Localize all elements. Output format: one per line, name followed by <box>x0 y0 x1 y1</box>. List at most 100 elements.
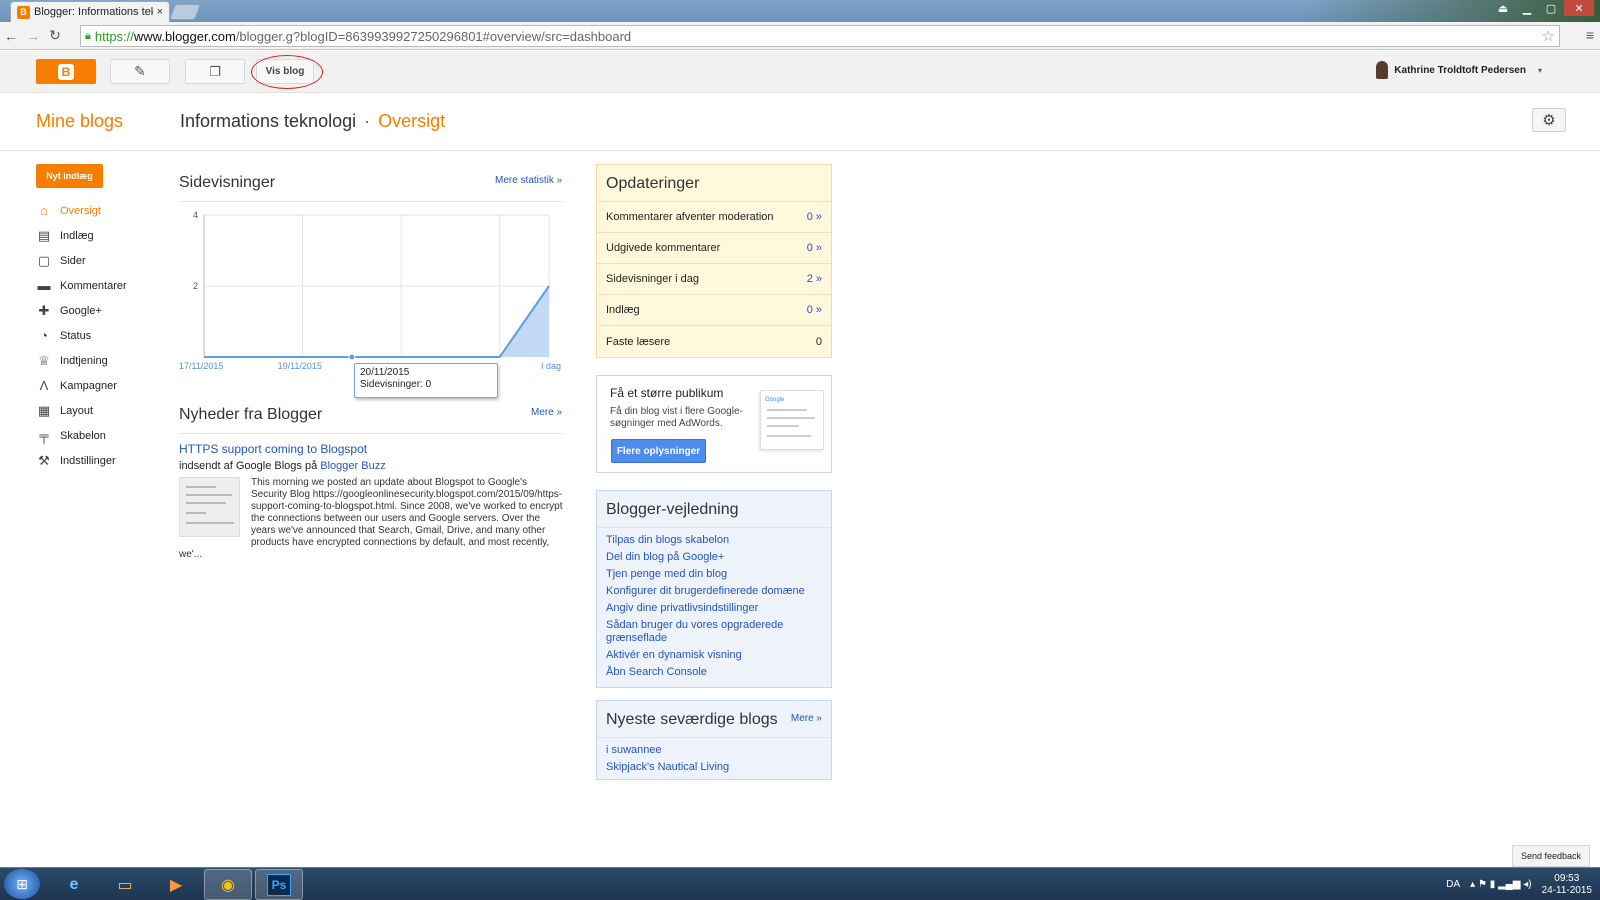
red-annotation-circle <box>251 55 323 89</box>
clock[interactable]: 09:53 24-11-2015 <box>1542 873 1592 897</box>
sidebar-item-overview[interactable]: ⌂ Oversigt <box>36 198 166 223</box>
sidebar-item-label: Status <box>60 329 92 342</box>
sidebar-item-label: Skabelon <box>60 429 106 442</box>
chrome-icon[interactable]: ◉ <box>204 869 252 900</box>
user-account-menu[interactable]: Kathrine Troldtoft Pedersen ▾ <box>1376 61 1542 79</box>
sidebar-item-settings[interactable]: ⚒ Indstillinger <box>36 448 166 473</box>
guide-link[interactable]: Del din blog på Google+ <box>597 549 831 566</box>
newest-more-link[interactable]: Mere » <box>791 713 822 724</box>
sidebar-item-comments[interactable]: ▬ Kommentarer <box>36 273 166 298</box>
google-logo-text: Google <box>765 397 785 403</box>
news-thumbnail[interactable] <box>179 477 240 537</box>
avatar <box>1376 61 1389 79</box>
update-label: Udgivede kommentarer <box>606 242 721 254</box>
update-label: Faste læsere <box>606 335 671 348</box>
news-byline: indsendt af Google Blogs på Blogger Buzz <box>179 460 386 472</box>
window-close-icon[interactable]: ✕ <box>1564 0 1594 16</box>
sidebar-item-template[interactable]: ╤ Skabelon <box>36 423 166 448</box>
url-scheme: https:// <box>94 28 134 44</box>
documents-icon: ❐ <box>209 63 221 79</box>
reload-icon[interactable]: ↻ <box>44 25 66 47</box>
new-post-pencil-button[interactable]: ✎ <box>110 59 170 84</box>
start-button[interactable]: ⊞ <box>4 869 40 899</box>
sidebar-nav: ⌂ Oversigt ▤ Indlæg ▢ Sider ▬ Kommentare… <box>36 198 166 473</box>
sidebar-item-label: Indtjening <box>60 354 108 367</box>
tab-close-icon[interactable]: × <box>157 6 163 18</box>
window-maximize-icon[interactable]: ▢ <box>1540 0 1562 16</box>
photoshop-icon: Ps <box>267 873 291 896</box>
sidebar-item-label: Kampagner <box>60 379 117 392</box>
paint-roller-icon: ╤ <box>39 428 49 443</box>
lock-icon: 🔒︎ <box>85 29 91 42</box>
blog-link[interactable]: i suwannee <box>597 742 831 759</box>
browser-tab-active[interactable]: B Blogger: Informations tek × <box>10 1 170 22</box>
browser-titlebar: B Blogger: Informations tek × ⏏ ▁ ▢ ✕ <box>0 0 1600 22</box>
tray-icons[interactable]: ▴ ⚑ ▮ ▂▄▆ ◂) <box>1470 879 1531 890</box>
window-extra-icon[interactable]: ⏏ <box>1492 0 1514 16</box>
sidebar-item-campaigns[interactable]: Λ Kampagner <box>36 373 166 398</box>
sidebar-item-posts[interactable]: ▤ Indlæg <box>36 223 166 248</box>
blog-link[interactable]: Skipjack's Nautical Living <box>597 759 831 776</box>
wrench-icon: ⚒ <box>38 452 50 468</box>
home-icon: ⌂ <box>40 203 48 218</box>
update-value-link[interactable]: 0 » <box>807 242 822 254</box>
sidebar-item-earnings[interactable]: ♕ Indtjening <box>36 348 166 373</box>
tooltip-value: Sidevisninger: 0 <box>360 379 432 390</box>
new-post-button[interactable]: Nyt indlæg <box>36 164 103 188</box>
bookmark-star-icon[interactable]: ☆ <box>1542 27 1555 45</box>
update-value-link[interactable]: 0 » <box>807 304 822 316</box>
page-title: Informations teknologi · Oversigt <box>180 111 445 132</box>
update-label: Kommentarer afventer moderation <box>606 211 774 223</box>
more-info-button[interactable]: Flere oplysninger <box>611 439 706 463</box>
back-arrow-icon[interactable]: ← <box>0 25 22 47</box>
updates-heading: Opdateringer <box>597 165 831 202</box>
sidebar-item-label: Layout <box>60 404 94 417</box>
media-player-icon[interactable]: ▶ <box>152 869 200 900</box>
file-explorer-icon[interactable]: ▭ <box>101 869 149 900</box>
update-value: 0 <box>815 335 822 348</box>
guide-link[interactable]: Sådan bruger du vores opgraderede grænse… <box>597 617 831 647</box>
browser-menu-icon[interactable]: ≡ <box>1586 27 1594 43</box>
title-separator: · <box>364 111 371 131</box>
update-row-followers: Faste læsere 0 <box>597 326 831 357</box>
send-feedback-button[interactable]: Send feedback <box>1512 845 1590 867</box>
blog-name[interactable]: Informations teknologi <box>180 111 356 131</box>
guide-link[interactable]: Angiv dine privatlivsindstillinger <box>597 600 831 617</box>
promo-heading: Få et større publikum <box>610 386 724 400</box>
update-value-link[interactable]: 0 » <box>807 211 822 223</box>
blogger-logo-button[interactable]: B <box>36 59 96 84</box>
posts-list-button[interactable]: ❐ <box>185 59 245 84</box>
news-more-link[interactable]: Mere » <box>531 407 562 418</box>
update-value-link[interactable]: 2 » <box>807 273 822 285</box>
new-tab-button[interactable] <box>169 4 201 20</box>
news-heading: Nyheder fra Blogger <box>179 406 323 423</box>
newest-heading-text: Nyeste seværdige blogs <box>606 711 778 728</box>
news-source-link[interactable]: Blogger Buzz <box>320 460 385 472</box>
y-tick-label: 4 <box>193 210 198 220</box>
guide-link[interactable]: Aktivér en dynamisk visning <box>597 647 831 664</box>
guide-link[interactable]: Tjen penge med din blog <box>597 566 831 583</box>
window-minimize-icon[interactable]: ▁ <box>1516 0 1538 16</box>
guide-link[interactable]: Konfigurer dit brugerdefinerede domæne <box>597 583 831 600</box>
more-stats-link[interactable]: Mere statistik » <box>495 175 562 186</box>
news-article-link[interactable]: HTTPS support coming to Blogspot <box>179 442 367 456</box>
user-name: Kathrine Troldtoft Pedersen <box>1394 64 1526 76</box>
guide-link[interactable]: Tilpas din blogs skabelon <box>597 532 831 549</box>
photoshop-button[interactable]: Ps <box>255 869 303 900</box>
sidebar-item-pages[interactable]: ▢ Sider <box>36 248 166 273</box>
my-blogs-link[interactable]: Mine blogs <box>36 111 123 132</box>
guide-link[interactable]: Åbn Search Console <box>597 664 831 681</box>
pageviews-chart[interactable]: 4 2 17/11/2015 19/11/2015 I dag <box>179 205 569 375</box>
series-line <box>204 285 550 358</box>
guide-heading: Blogger-vejledning <box>597 491 831 528</box>
internet-explorer-icon[interactable]: e <box>50 869 98 900</box>
forward-arrow-icon[interactable]: → <box>22 25 44 47</box>
settings-gear-button[interactable]: ⚙ <box>1532 108 1566 132</box>
sidebar-item-status[interactable]: ◔ Status <box>36 323 166 348</box>
clock-time: 09:53 <box>1554 872 1580 884</box>
pageviews-heading: Sidevisninger <box>179 174 276 191</box>
sidebar-item-google-plus[interactable]: ✚ Google+ <box>36 298 166 323</box>
address-bar[interactable]: 🔒︎ https:// www.blogger.com /blogger.g?b… <box>80 25 1560 47</box>
sidebar-item-layout[interactable]: ▦ Layout <box>36 398 166 423</box>
language-indicator[interactable]: DA <box>1446 879 1460 890</box>
